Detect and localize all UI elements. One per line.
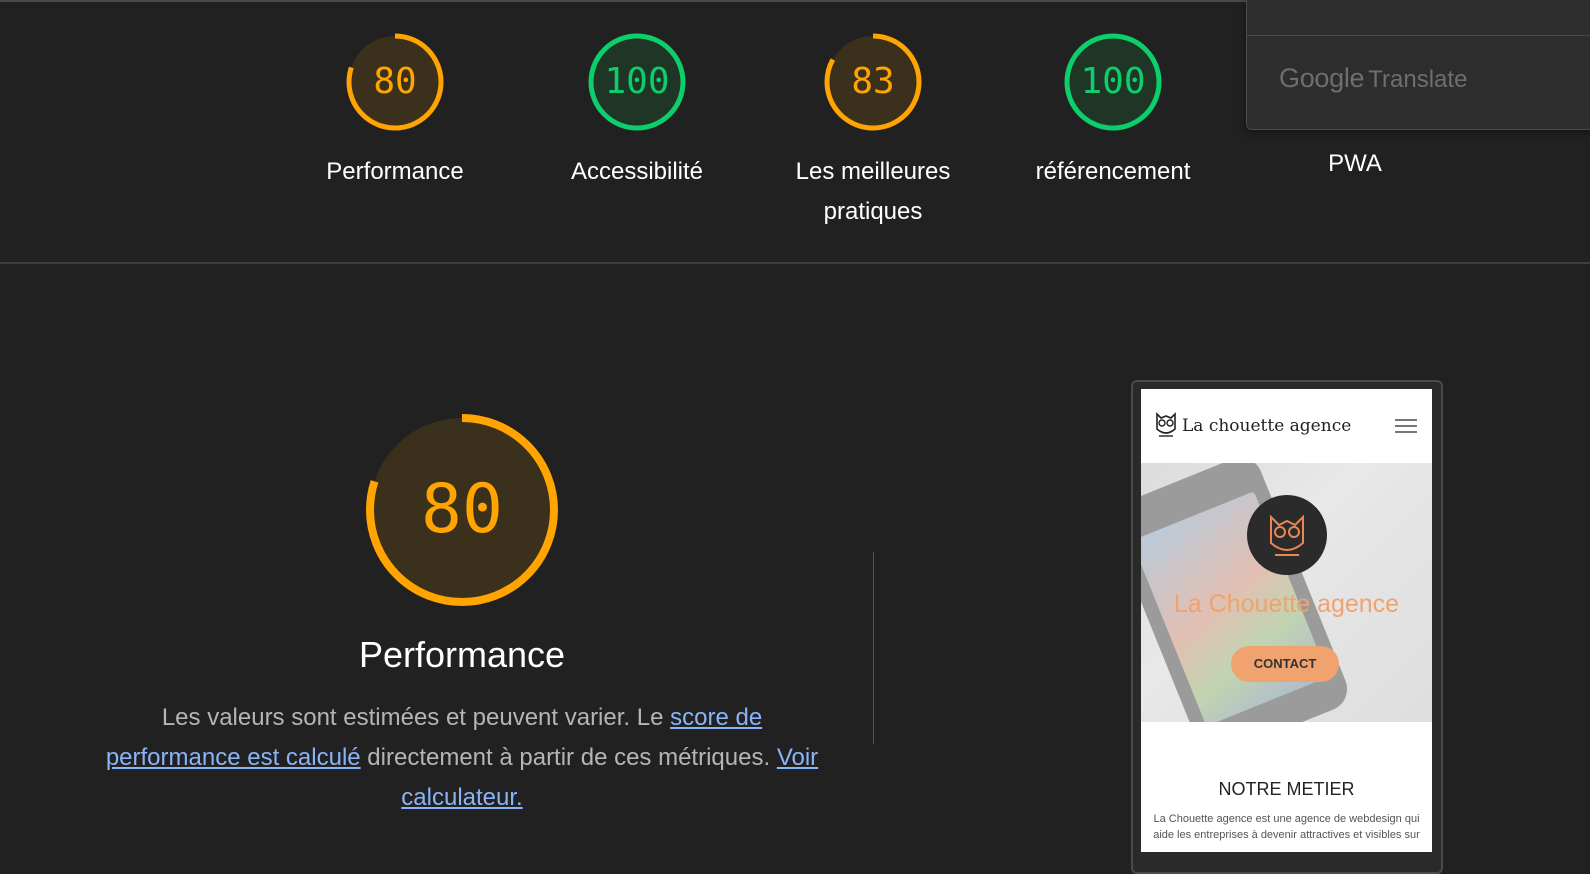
google-wordmark: Google <box>1279 63 1365 93</box>
google-translate-logo: Google Translate <box>1279 63 1467 94</box>
hamburger-menu-icon <box>1395 419 1417 433</box>
contact-button: CONTACT <box>1231 646 1339 682</box>
score-accessibility[interactable]: 100 Accessibilité <box>527 32 747 192</box>
gauge: 100 <box>587 32 687 132</box>
gauge-value: 100 <box>1080 61 1146 102</box>
vertical-divider <box>873 552 874 744</box>
translate-wordmark: Translate <box>1368 66 1468 93</box>
gauge-value: 80 <box>373 61 417 102</box>
description-prefix: Les valeurs sont estimées et peuvent var… <box>161 704 671 731</box>
gauge: 100 <box>1063 32 1163 132</box>
owl-icon <box>1270 514 1304 556</box>
score-performance[interactable]: 80 Performance <box>285 32 505 192</box>
section-text: La Chouette agence est une agence de web… <box>1153 813 1420 841</box>
performance-description: Les valeurs sont estimées et peuvent var… <box>92 698 832 818</box>
score-pwa[interactable]: PWA <box>1255 150 1455 178</box>
gauge-label: Performance <box>326 158 464 185</box>
gauge: 83 <box>823 32 923 132</box>
section-title: NOTRE METIER <box>1218 779 1355 799</box>
gauge-label: référencement <box>1035 158 1191 185</box>
gauge-label: Les meilleures pratiques <box>795 158 951 225</box>
hero-title: La Chouette agence <box>1173 590 1400 618</box>
popup-divider <box>1247 35 1590 36</box>
preview-brand: La chouette agence <box>1182 416 1352 436</box>
performance-gauge: 80 <box>362 410 562 610</box>
score-seo[interactable]: 100 référencement <box>1003 32 1223 192</box>
preview-header: La chouette agence <box>1141 389 1432 463</box>
gauge-value: 83 <box>851 61 895 102</box>
gauge-value: 100 <box>604 61 670 102</box>
description-middle: directement à partir de ces métriques. <box>360 744 777 771</box>
preview-hero: La Chouette agence CONTACT <box>1141 463 1432 722</box>
gauge-label: Accessibilité <box>570 158 704 185</box>
performance-score: 80 <box>421 470 503 549</box>
gauge: 80 <box>345 32 445 132</box>
page-screenshot[interactable]: La chouette agence La Chouette agence CO… <box>1141 389 1432 852</box>
owl-logo-icon <box>1156 412 1176 437</box>
google-translate-popup[interactable]: Google Translate <box>1246 0 1590 130</box>
hero-owl-badge <box>1247 495 1327 575</box>
score-best-practices[interactable]: 83 Les meilleures pratiques <box>763 32 983 232</box>
section-divider <box>0 262 1590 264</box>
performance-title: Performance <box>358 634 566 675</box>
